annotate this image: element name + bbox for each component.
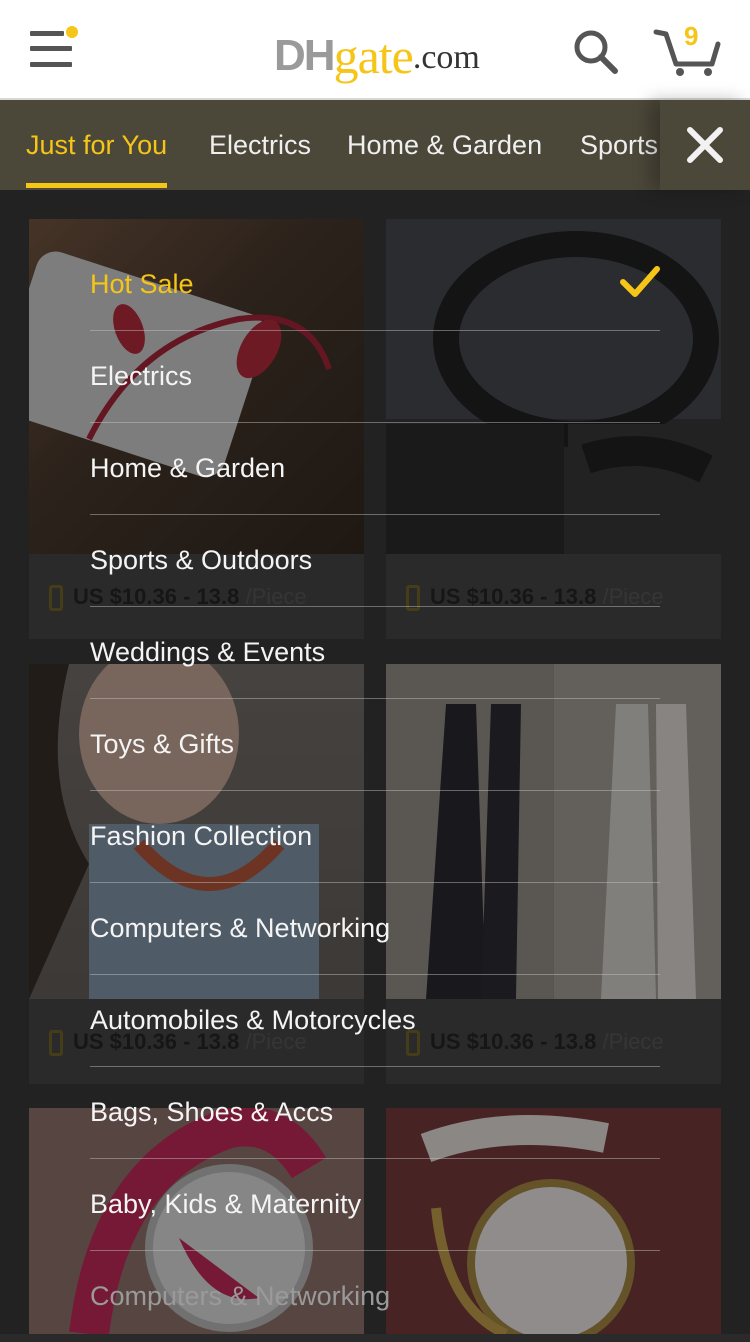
- tab-sports[interactable]: Sports: [580, 100, 658, 190]
- cart-count-badge: 9: [684, 21, 699, 51]
- category-menu: Hot Sale Electrics Home & Garden Sports …: [90, 239, 660, 1342]
- hamburger-menu-icon[interactable]: [30, 26, 78, 72]
- tab-electrics[interactable]: Electrics: [209, 100, 311, 190]
- notification-dot: [66, 26, 78, 38]
- menu-item-fashion-collection[interactable]: Fashion Collection: [90, 791, 660, 883]
- menu-item-computers-networking-2[interactable]: Computers & Networking: [90, 1251, 660, 1342]
- menu-item-computers-networking[interactable]: Computers & Networking: [90, 883, 660, 975]
- menu-item-toys-gifts[interactable]: Toys & Gifts: [90, 699, 660, 791]
- tab-home-garden[interactable]: Home & Garden: [347, 100, 542, 190]
- dhgate-logo[interactable]: DH gate .com: [274, 20, 480, 84]
- tab-just-for-you[interactable]: Just for You: [26, 100, 168, 190]
- menu-item-automobiles-motorcycles[interactable]: Automobiles & Motorcycles: [90, 975, 660, 1067]
- menu-item-bags-shoes-accs[interactable]: Bags, Shoes & Accs: [90, 1067, 660, 1159]
- close-icon[interactable]: [660, 100, 750, 190]
- menu-item-baby-kids-maternity[interactable]: Baby, Kids & Maternity: [90, 1159, 660, 1251]
- search-icon[interactable]: [570, 26, 622, 78]
- checkmark-icon: [620, 265, 660, 299]
- menu-item-home-garden[interactable]: Home & Garden: [90, 423, 660, 515]
- cart-icon[interactable]: 9: [652, 21, 724, 80]
- menu-item-sports-outdoors[interactable]: Sports & Outdoors: [90, 515, 660, 607]
- menu-item-electrics[interactable]: Electrics: [90, 331, 660, 423]
- category-tabs: Just for You Electrics Home & Garden Spo…: [0, 100, 750, 190]
- menu-item-hot-sale[interactable]: Hot Sale: [90, 239, 660, 331]
- app-header: DH gate .com 9: [0, 0, 750, 100]
- menu-item-weddings-events[interactable]: Weddings & Events: [90, 607, 660, 699]
